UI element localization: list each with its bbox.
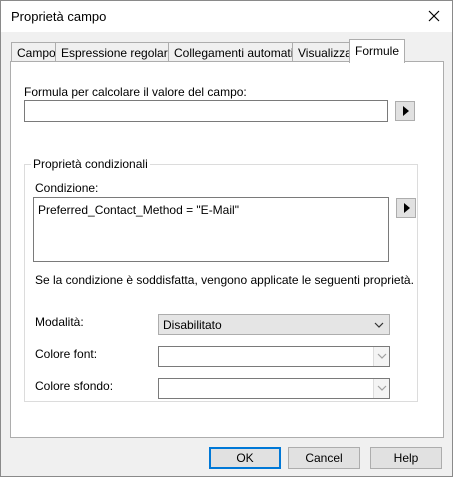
formula-label: Formula per calcolare il valore del camp… — [24, 85, 247, 99]
play-arrow-icon — [404, 203, 410, 213]
formula-input[interactable] — [24, 100, 388, 122]
tab-formule[interactable]: Formule — [349, 39, 406, 63]
tab-collegamenti-automatici[interactable]: Collegamenti automatici — [168, 42, 309, 62]
ok-button[interactable]: OK — [209, 447, 281, 469]
help-button[interactable]: Help — [370, 447, 442, 469]
bg-color-combo[interactable] — [158, 378, 390, 399]
chevron-down-icon — [377, 385, 387, 391]
condition-note: Se la condizione è soddisfatta, vengono … — [35, 273, 414, 287]
dialog-title: Proprietà campo — [11, 9, 107, 24]
bg-color-label: Colore sfondo: — [35, 379, 114, 393]
conditional-properties-legend: Proprietà condizionali — [31, 157, 150, 171]
chevron-down-icon — [374, 322, 384, 328]
close-button[interactable] — [416, 1, 452, 32]
close-icon — [428, 10, 440, 22]
title-bar: Proprietà campo — [1, 1, 452, 32]
bg-color-dropdown-button[interactable] — [373, 379, 389, 398]
condition-label: Condizione: — [35, 181, 99, 195]
chevron-down-icon — [377, 353, 387, 359]
mode-select[interactable]: Disabilitato — [158, 314, 390, 335]
mode-label: Modalità: — [35, 315, 84, 329]
formule-tab-panel: Formula per calcolare il valore del camp… — [10, 61, 444, 438]
mode-select-value: Disabilitato — [163, 318, 222, 332]
formula-insert-button[interactable] — [395, 101, 415, 121]
font-color-dropdown-button[interactable] — [373, 347, 389, 366]
tab-espressione-regolare[interactable]: Espressione regolare — [55, 42, 181, 62]
condition-insert-button[interactable] — [396, 198, 416, 218]
font-color-combo[interactable] — [158, 346, 390, 367]
cancel-button[interactable]: Cancel — [288, 447, 360, 469]
play-arrow-icon — [403, 106, 409, 116]
font-color-label: Colore font: — [35, 347, 98, 361]
properties-dialog: Proprietà campo Campo Espressione regola… — [0, 0, 453, 477]
condition-input[interactable]: Preferred_Contact_Method = "E-Mail" — [33, 197, 389, 262]
tab-visualizza[interactable]: Visualizza — [292, 42, 358, 62]
